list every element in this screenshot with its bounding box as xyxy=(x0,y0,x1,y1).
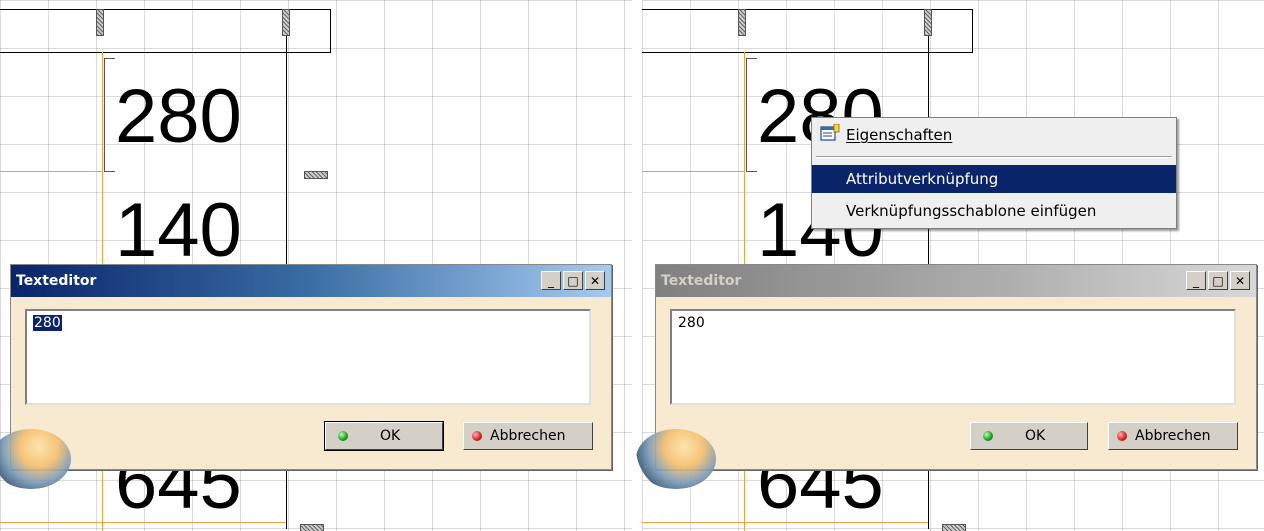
maximize-button[interactable]: □ xyxy=(1208,271,1228,290)
resize-handle[interactable] xyxy=(304,171,328,179)
resize-handle[interactable] xyxy=(282,9,290,36)
resize-handle[interactable] xyxy=(738,9,746,36)
dialog-title: Texteditor xyxy=(661,273,742,289)
menu-item-label: Eigenschaften xyxy=(846,126,953,144)
selected-text: 280 xyxy=(33,315,62,331)
text-value: 280 xyxy=(678,315,705,331)
minimize-button[interactable]: _ xyxy=(541,271,561,290)
menu-item-label: Verknüpfungsschablone einfügen xyxy=(846,202,1097,220)
text-editor-dialog: Texteditor _ □ ✕ 280 OK Abbrechen xyxy=(0,264,612,489)
ok-button-label: OK xyxy=(1025,428,1046,444)
minimize-button[interactable]: _ xyxy=(1186,271,1206,290)
cancel-status-icon xyxy=(1117,431,1127,441)
close-button[interactable]: ✕ xyxy=(585,271,605,290)
table-border xyxy=(642,52,972,53)
cancel-button[interactable]: Abbrechen xyxy=(1108,422,1238,450)
context-menu: Eigenschaften Attributverknüpfung Verknü… xyxy=(811,117,1177,229)
menu-item-attributverknuepfung[interactable]: Attributverknüpfung xyxy=(812,165,1176,193)
close-button[interactable]: ✕ xyxy=(1230,271,1250,290)
resize-handle[interactable] xyxy=(300,524,324,531)
orange-guide-line xyxy=(0,171,102,172)
table-border xyxy=(0,9,330,10)
cancel-button-label: Abbrechen xyxy=(490,428,566,444)
resize-handle[interactable] xyxy=(96,9,104,36)
table-border xyxy=(972,9,973,53)
ok-status-icon xyxy=(338,431,348,441)
ok-button[interactable]: OK xyxy=(970,422,1088,450)
ok-button-label: OK xyxy=(380,428,401,444)
resize-handle[interactable] xyxy=(924,9,932,36)
cancel-button-label: Abbrechen xyxy=(1135,428,1211,444)
menu-separator xyxy=(816,156,1172,158)
table-border xyxy=(0,52,330,53)
dialog-titlebar[interactable]: Texteditor xyxy=(11,265,611,297)
table-border xyxy=(642,9,972,10)
text-frame-marker xyxy=(746,58,757,172)
table-border xyxy=(330,9,331,53)
text-input-area[interactable]: 280 xyxy=(670,309,1236,405)
table-cell-number[interactable]: 140 xyxy=(115,193,242,269)
menu-item-label: Attributverknüpfung xyxy=(846,170,999,188)
ok-status-icon xyxy=(983,431,993,441)
ok-button[interactable]: OK xyxy=(324,421,444,451)
menu-item-verknuepfungsschablone[interactable]: Verknüpfungsschablone einfügen xyxy=(812,197,1176,225)
resize-handle[interactable] xyxy=(942,524,966,531)
catia-logo-globe xyxy=(636,429,716,489)
table-cell-number[interactable]: 280 xyxy=(115,79,242,155)
orange-guide-line xyxy=(642,171,744,172)
dialog-title: Texteditor xyxy=(16,273,97,289)
cancel-button[interactable]: Abbrechen xyxy=(463,422,593,450)
maximize-button[interactable]: □ xyxy=(563,271,583,290)
text-editor-dialog: Texteditor _ □ ✕ 280 OK Abbrechen xyxy=(636,264,1257,489)
text-frame-marker xyxy=(104,58,115,172)
cancel-status-icon xyxy=(472,431,482,441)
dialog-titlebar[interactable]: Texteditor xyxy=(656,265,1256,297)
menu-item-eigenschaften[interactable]: Eigenschaften xyxy=(812,121,1176,149)
text-input-area[interactable]: 280 xyxy=(25,309,591,405)
